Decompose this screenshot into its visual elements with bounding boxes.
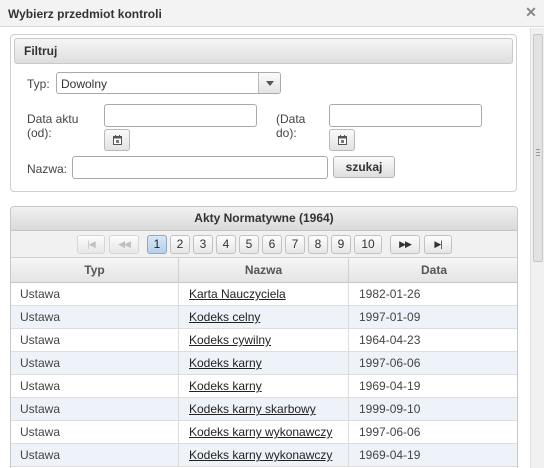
table-row[interactable]: Ustawa Karta Nauczyciela 1982-01-26 bbox=[11, 283, 517, 306]
cell-data: 1982-01-26 bbox=[359, 287, 421, 301]
table-row[interactable]: Ustawa Kodeks cywilny 1964-04-23 bbox=[11, 329, 517, 352]
date-to-label-line2: do): bbox=[276, 126, 297, 140]
name-label: Nazwa: bbox=[27, 162, 68, 176]
cell-data: 1969-04-19 bbox=[359, 448, 421, 462]
dialog-titlebar: Wybierz przedmiot kontroli ✕ bbox=[0, 0, 544, 27]
cell-typ: Ustawa bbox=[11, 375, 179, 398]
date-to-calendar-button[interactable] bbox=[329, 129, 355, 151]
type-label: Typ: bbox=[27, 77, 50, 91]
pager-page-7[interactable]: 7 bbox=[285, 235, 305, 254]
table-row[interactable]: Ustawa Kodeks karny skarbowy 1999-09-10 bbox=[11, 398, 517, 421]
table-row[interactable]: Ustawa Kodeks karny wykonawczy 1969-04-19 bbox=[11, 444, 517, 467]
cell-data: 1964-04-23 bbox=[359, 333, 421, 347]
cell-typ: Ustawa bbox=[11, 329, 179, 352]
pager-page-6[interactable]: 6 bbox=[262, 235, 282, 254]
calendar-icon bbox=[338, 135, 347, 145]
pager-next-button[interactable]: ▶▶ bbox=[390, 235, 420, 254]
cell-nazwa-link[interactable]: Kodeks karny skarbowy bbox=[179, 398, 349, 421]
filter-panel: Filtruj Typ: Dowolny Data aktu (od): (Da… bbox=[10, 34, 517, 192]
cell-nazwa-link[interactable]: Karta Nauczyciela bbox=[179, 283, 349, 306]
pager-page-3[interactable]: 3 bbox=[193, 235, 213, 254]
search-button[interactable]: szukaj bbox=[333, 156, 395, 178]
date-from-label-line1: Data aktu bbox=[27, 112, 79, 126]
vertical-scrollbar[interactable] bbox=[530, 28, 544, 468]
cell-typ: Ustawa bbox=[11, 398, 179, 421]
scrollbar-thumb[interactable] bbox=[533, 34, 543, 262]
column-header-typ[interactable]: Typ bbox=[11, 258, 179, 283]
pager-page-9[interactable]: 9 bbox=[331, 235, 351, 254]
cell-typ: Ustawa bbox=[11, 306, 179, 329]
date-from-calendar-button[interactable] bbox=[104, 129, 130, 151]
cell-data: 1997-06-06 bbox=[359, 425, 421, 439]
cell-typ: Ustawa bbox=[11, 352, 179, 375]
cell-data: 1997-01-09 bbox=[359, 310, 421, 324]
table-row[interactable]: Ustawa Kodeks karny 1969-04-19 bbox=[11, 375, 517, 398]
date-from-input[interactable] bbox=[104, 104, 257, 127]
calendar-icon bbox=[113, 135, 122, 145]
type-select-value: Dowolny bbox=[61, 77, 108, 91]
cell-nazwa-link[interactable]: Kodeks karny wykonawczy bbox=[179, 444, 349, 467]
close-icon[interactable]: ✕ bbox=[524, 5, 538, 19]
type-select[interactable]: Dowolny bbox=[56, 72, 281, 94]
cell-data: 1999-09-10 bbox=[359, 402, 421, 416]
column-header-data[interactable]: Data bbox=[349, 258, 517, 283]
cell-nazwa-link[interactable]: Kodeks celny bbox=[179, 306, 349, 329]
cell-nazwa-link[interactable]: Kodeks karny bbox=[179, 375, 349, 398]
cell-typ: Ustawa bbox=[11, 283, 179, 306]
cell-data: 1997-06-06 bbox=[359, 356, 421, 370]
dialog-title: Wybierz przedmiot kontroli bbox=[8, 7, 162, 21]
pager-page-1[interactable]: 1 bbox=[147, 235, 167, 254]
pager-prev-button[interactable]: ◀◀ bbox=[109, 235, 139, 254]
pager: |◀ ◀◀ 1 2 3 4 5 6 7 8 9 10 ▶▶ ▶| bbox=[11, 231, 517, 258]
table-row[interactable]: Ustawa Kodeks karny wykonawczy 1997-06-06 bbox=[11, 421, 517, 444]
pager-first-button[interactable]: |◀ bbox=[77, 235, 105, 254]
cell-nazwa-link[interactable]: Kodeks karny bbox=[179, 352, 349, 375]
cell-nazwa-link[interactable]: Kodeks karny wykonawczy bbox=[179, 421, 349, 444]
grid-body: Ustawa Karta Nauczyciela 1982-01-26 Ustawa K… bbox=[11, 283, 517, 467]
grid-header-row: Typ Nazwa Data bbox=[11, 258, 517, 283]
dialog-content: Filtruj Typ: Dowolny Data aktu (od): (Da… bbox=[0, 28, 530, 468]
name-input[interactable] bbox=[72, 156, 328, 179]
grid-title: Akty Normatywne (1964) bbox=[11, 207, 517, 231]
cell-data: 1969-04-19 bbox=[359, 379, 421, 393]
pager-page-2[interactable]: 2 bbox=[170, 235, 190, 254]
date-from-label-line2: (od): bbox=[27, 126, 52, 140]
pager-page-10[interactable]: 10 bbox=[354, 235, 382, 254]
pager-page-4[interactable]: 4 bbox=[216, 235, 236, 254]
pager-page-8[interactable]: 8 bbox=[308, 235, 328, 254]
cell-nazwa-link[interactable]: Kodeks cywilny bbox=[179, 329, 349, 352]
date-to-input[interactable] bbox=[329, 104, 482, 127]
acts-grid: Akty Normatywne (1964) |◀ ◀◀ 1 2 3 4 5 6… bbox=[10, 206, 518, 468]
date-to-label-line1: (Data bbox=[276, 112, 306, 126]
filter-header: Filtruj bbox=[14, 38, 513, 64]
pager-last-button[interactable]: ▶| bbox=[424, 235, 452, 254]
table-row[interactable]: Ustawa Kodeks karny 1997-06-06 bbox=[11, 352, 517, 375]
pager-page-5[interactable]: 5 bbox=[239, 235, 259, 254]
chevron-down-icon[interactable] bbox=[258, 73, 280, 93]
cell-typ: Ustawa bbox=[11, 421, 179, 444]
table-row[interactable]: Ustawa Kodeks celny 1997-01-09 bbox=[11, 306, 517, 329]
cell-typ: Ustawa bbox=[11, 444, 179, 467]
column-header-nazwa[interactable]: Nazwa bbox=[179, 258, 349, 283]
